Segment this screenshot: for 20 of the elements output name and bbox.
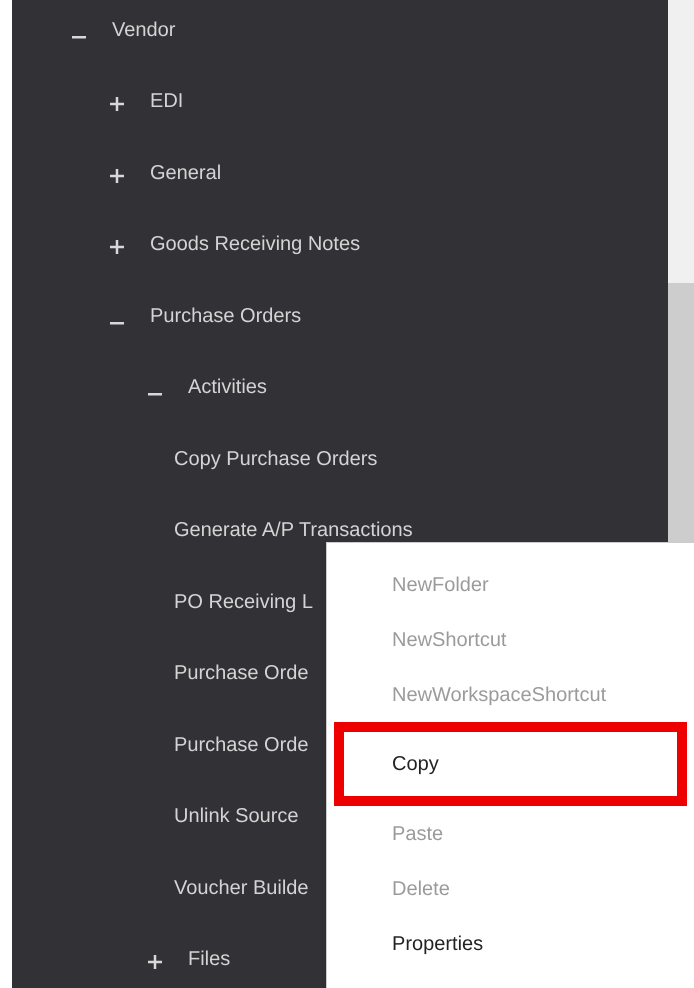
tree-item[interactable]: Goods Receiving Notes [150, 229, 360, 260]
tree-item[interactable]: Purchase Orde [174, 730, 309, 760]
tree-item[interactable]: Unlink Source [174, 801, 299, 832]
tree-item[interactable]: PO Receiving L [174, 586, 313, 617]
expand-icon[interactable] [110, 168, 124, 183]
expand-icon[interactable] [110, 97, 124, 112]
tree-item[interactable]: Voucher Builde [174, 872, 309, 903]
tree-item[interactable]: Generate A/P Transactions [174, 515, 413, 546]
tree-item[interactable]: Copy Purchase Orders [174, 444, 378, 474]
tree-item[interactable]: Purchase Orders [150, 300, 302, 331]
tree-item[interactable]: EDI [150, 86, 184, 116]
tree-item[interactable]: Vendor [112, 14, 176, 45]
expand-icon[interactable] [110, 240, 124, 254]
tree-item[interactable]: Activities [188, 372, 267, 402]
menu-item[interactable]: Copy [334, 722, 687, 806]
menu-item[interactable]: Properties [334, 916, 690, 971]
expand-icon[interactable] [148, 955, 162, 970]
tree-item[interactable]: General [150, 158, 222, 188]
tree-item[interactable]: Purchase Orde [174, 658, 309, 688]
tree-item[interactable]: Files [188, 944, 230, 974]
